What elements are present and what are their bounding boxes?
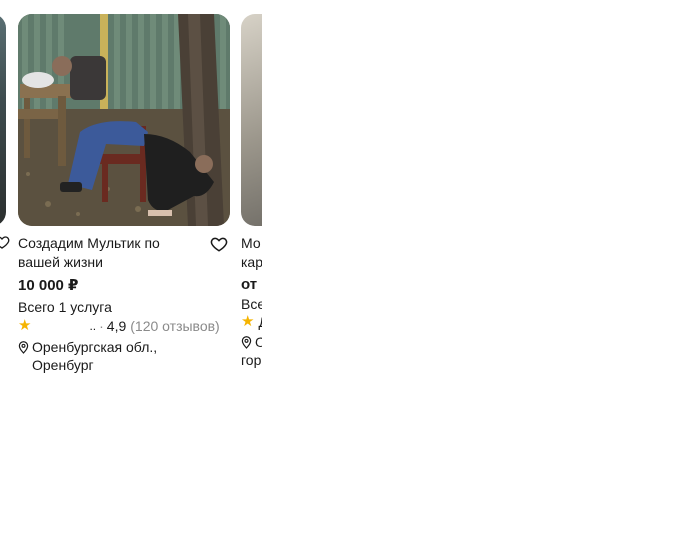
star-icon: ★ (18, 317, 32, 334)
rating-separator: · (99, 318, 104, 334)
listing-title-row: Создадим Мультик по вашей жизни (18, 234, 232, 272)
heart-outline-icon[interactable] (0, 234, 10, 250)
rating-value: 4,9 (106, 318, 127, 334)
services-count: Всего 1 услуга (18, 299, 112, 315)
location-line2: гор (241, 352, 262, 368)
listing-title-line1[interactable]: Мо (241, 234, 262, 253)
location-line1: О (255, 334, 262, 350)
location-row: О (241, 333, 262, 351)
map-pin-icon (18, 341, 29, 354)
star-icon: ★ (241, 313, 255, 330)
rating-value: Д (258, 313, 262, 331)
listing-carousel: Создадим Мультик по вашей жизни 10 000 ₽… (0, 0, 262, 400)
listing-card[interactable]: Создадим Мультик по вашей жизни 10 000 ₽… (18, 14, 232, 374)
listing-image[interactable] (18, 14, 230, 226)
listing-price: 10 000 ₽ (18, 277, 79, 294)
listing-price: от (241, 276, 258, 293)
location-line1: Оренбургская обл., (32, 339, 158, 355)
listing-image-partial-left[interactable] (0, 14, 6, 226)
rating-row: ★ Д (241, 313, 262, 331)
location-row: Оренбургская обл., Оренбург (18, 338, 232, 374)
listing-title-line1[interactable]: Создадим Мультик по (18, 234, 204, 253)
location-line2: Оренбург (32, 357, 94, 373)
rating-ellipsis: .. (89, 319, 97, 333)
reviews-count[interactable]: (120 отзывов) (130, 317, 219, 335)
heart-outline-icon[interactable] (210, 235, 228, 253)
listing-title-line2[interactable]: вашей жизни (18, 253, 204, 272)
rating-row: ★ .. · 4,9 (120 отзывов) (18, 317, 232, 335)
listing-image-partial-right[interactable] (241, 14, 262, 226)
services-count: Все (241, 296, 262, 312)
map-pin-icon (241, 336, 252, 349)
listing-title-line2[interactable]: кар (241, 253, 262, 272)
listing-card-partial-right[interactable]: Мо кар от Все ★ Д О гор (241, 14, 262, 370)
